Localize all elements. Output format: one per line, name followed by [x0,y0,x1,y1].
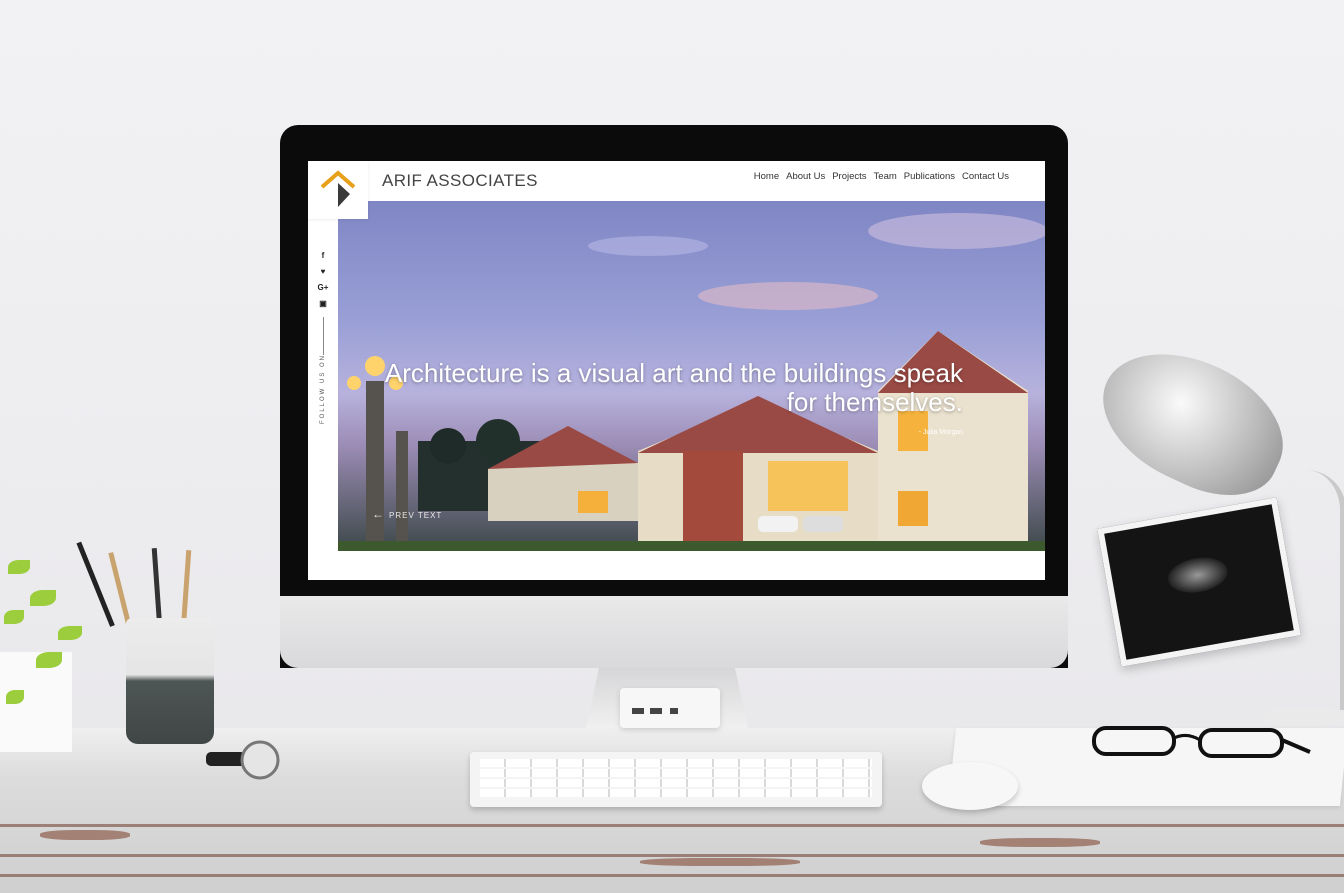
website-screen: Architecture is a visual art and the bui… [308,161,1045,580]
nav-projects[interactable]: Projects [832,171,866,182]
logo-mark-icon [320,170,356,207]
plant-leaf [30,590,56,606]
slider-prev-label: PREV TEXT [389,511,443,520]
plant-leaf [4,610,24,624]
follow-us-label: FOLLOW US ON [320,353,327,425]
plant-leaf [8,560,30,574]
key-row [480,789,872,797]
desk-lamp [1081,327,1305,517]
nav-contact-us[interactable]: Contact Us [962,171,1009,182]
plant-leaf [6,690,24,704]
usb-port [670,708,678,714]
arrow-left-icon: ← [372,507,385,521]
main-navigation: Home About Us Projects Team Publications… [754,171,1009,182]
key-row [480,769,872,777]
desk-stain [640,858,800,866]
pencil-cup [126,618,214,744]
facebook-icon[interactable]: f [322,251,325,260]
nav-publications[interactable]: Publications [904,171,955,182]
desk-plank-line [0,854,1344,857]
usb-port [650,708,662,714]
ultrasound-photo [1097,497,1301,667]
social-divider [322,317,324,355]
nav-team[interactable]: Team [874,171,897,182]
wristwatch [206,740,280,780]
instagram-icon[interactable]: ▣ [319,299,327,308]
twitter-icon[interactable]: ♥ [321,267,326,276]
desk-plank-line [0,824,1344,827]
hero-quote-author: - Julia Morgan [918,429,963,436]
site-logo[interactable] [308,161,368,219]
desk-plank-line [0,874,1344,877]
usb-hub [620,688,720,728]
monitor-chin [280,596,1068,668]
site-brand-name[interactable]: ARIF ASSOCIATES [382,171,538,191]
usb-port [632,708,644,714]
eyeglasses [1092,726,1311,758]
lamp-arm [1306,470,1344,710]
google-plus-icon[interactable]: G+ [318,283,329,292]
mouse [922,762,1018,810]
page-bottom-band [338,551,1045,580]
keyboard [470,752,882,807]
desk-stain [40,830,130,840]
hero-quote: Architecture is a visual art and the bui… [384,358,963,417]
key-row [480,759,872,767]
plant-leaf [36,652,62,668]
nav-home[interactable]: Home [754,171,779,182]
slider-prev-button[interactable]: ← PREV TEXT [372,507,442,521]
plant-leaf [58,626,82,640]
nav-about-us[interactable]: About Us [786,171,825,182]
desk-stain [980,838,1100,847]
social-links: f ♥ G+ ▣ [314,251,332,355]
hero-slider: Architecture is a visual art and the bui… [338,201,1045,551]
key-row [480,779,872,787]
